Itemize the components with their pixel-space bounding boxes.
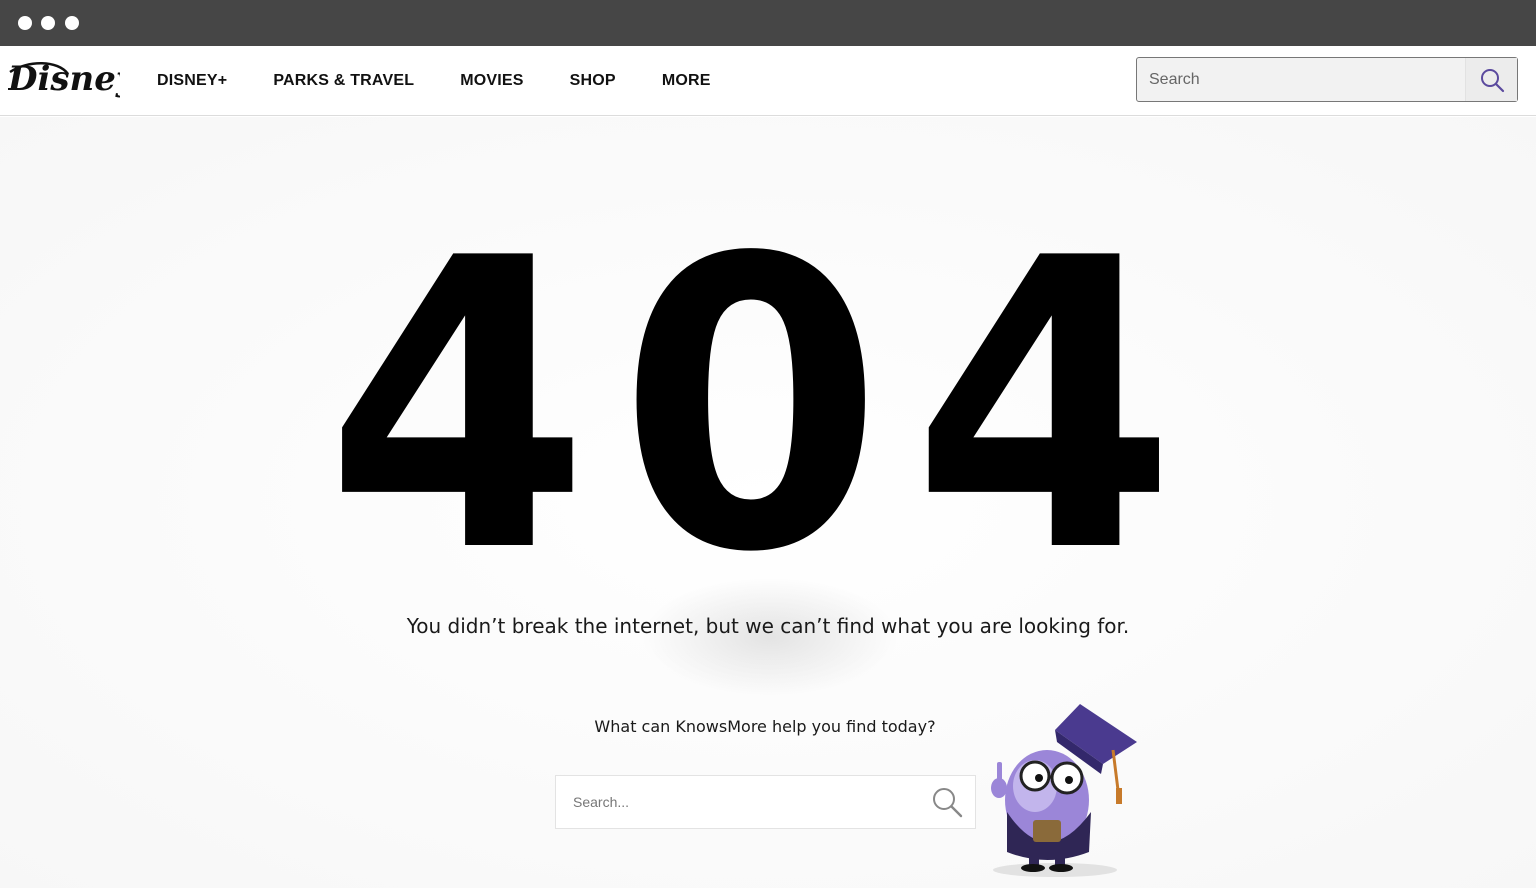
disney-logo-wordmark: Disney <box>8 59 120 99</box>
search-icon <box>933 788 963 818</box>
disney-logo[interactable]: Disney <box>8 56 120 108</box>
header-search-input[interactable] <box>1137 58 1465 101</box>
nav-item-more[interactable]: MORE <box>662 72 711 90</box>
helper-search-input[interactable] <box>556 776 919 828</box>
header-search-button[interactable] <box>1465 58 1517 101</box>
nav-item-movies[interactable]: MOVIES <box>460 72 523 90</box>
helper-search <box>555 775 976 829</box>
header-search <box>1136 57 1518 102</box>
window-minimize-dot[interactable] <box>41 16 55 30</box>
window-maximize-dot[interactable] <box>65 16 79 30</box>
main-nav: DISNEY+ PARKS & TRAVEL MOVIES SHOP MORE <box>134 46 734 116</box>
window-close-dot[interactable] <box>18 16 32 30</box>
site-header: Disney DISNEY+ PARKS & TRAVEL MOVIES SHO… <box>0 46 1536 116</box>
error-page: 404 You didn’t break the internet, but w… <box>0 117 1536 888</box>
error-code-heading: 404 <box>325 245 1205 565</box>
helper-search-button[interactable] <box>919 776 975 828</box>
nav-item-parks-travel[interactable]: PARKS & TRAVEL <box>273 72 414 90</box>
svg-text:404: 404 <box>325 245 1205 565</box>
nav-item-disney-plus[interactable]: DISNEY+ <box>157 72 227 90</box>
helper-prompt: What can KnowsMore help you find today? <box>594 717 936 736</box>
window-titlebar <box>0 0 1536 46</box>
error-message: You didn’t break the internet, but we ca… <box>406 614 1130 638</box>
knowsmore-mascot-icon <box>991 704 1137 877</box>
search-icon <box>1480 68 1504 92</box>
nav-item-shop[interactable]: SHOP <box>570 72 616 90</box>
